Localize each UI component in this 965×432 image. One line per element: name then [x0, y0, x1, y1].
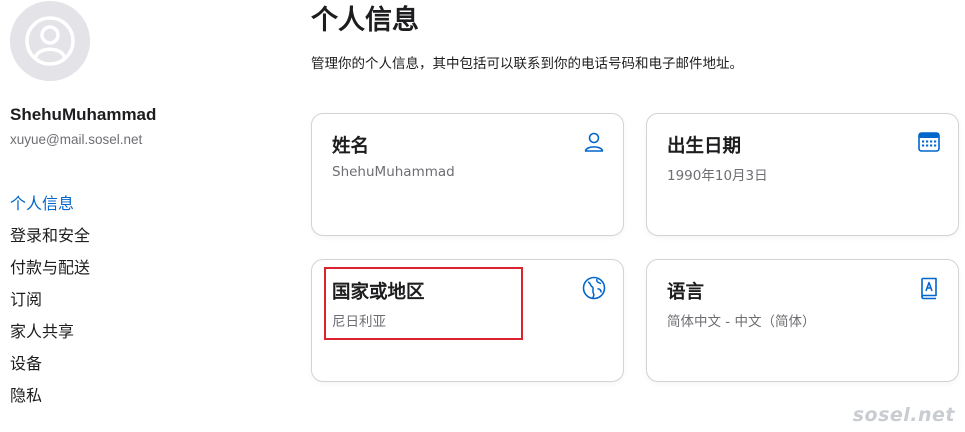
birthday-card[interactable]: 出生日期 1990年10月3日	[646, 113, 959, 236]
sidebar-item-personal-info[interactable]: 个人信息	[10, 190, 90, 222]
card-title: 出生日期	[667, 136, 742, 157]
language-card[interactable]: 语言 简体中文 - 中文（简体）	[646, 259, 959, 382]
card-value: 尼日利亚	[332, 314, 386, 330]
language-book-icon	[917, 276, 941, 300]
sidebar-item-privacy[interactable]: 隐私	[10, 382, 90, 414]
watermark: sosel.net	[852, 404, 955, 426]
sidebar-item-payment-shipping[interactable]: 付款与配送	[10, 254, 90, 286]
page-title: 个人信息	[311, 5, 419, 36]
card-title: 国家或地区	[332, 282, 425, 303]
user-email: xuyue@mail.sosel.net	[10, 132, 143, 147]
card-value: 1990年10月3日	[667, 168, 768, 184]
card-value: ShehuMuhammad	[332, 164, 455, 180]
sidebar-nav: 个人信息 登录和安全 付款与配送 订阅 家人共享 设备 隐私	[10, 190, 90, 414]
card-value: 简体中文 - 中文（简体）	[667, 314, 816, 330]
user-name: ShehuMuhammad	[10, 105, 157, 124]
person-icon	[582, 130, 606, 154]
sidebar-item-subscriptions[interactable]: 订阅	[10, 286, 90, 318]
card-title: 姓名	[332, 136, 370, 157]
card-title: 语言	[667, 282, 705, 303]
avatar	[10, 1, 90, 81]
user-avatar-icon	[10, 1, 90, 81]
calendar-icon	[917, 130, 941, 154]
globe-icon	[582, 276, 606, 300]
sidebar-item-sign-in-security[interactable]: 登录和安全	[10, 222, 90, 254]
page-description: 管理你的个人信息，其中包括可以联系到你的电话号码和电子邮件地址。	[311, 56, 743, 72]
sidebar-item-devices[interactable]: 设备	[10, 350, 90, 382]
sidebar-item-family-sharing[interactable]: 家人共享	[10, 318, 90, 350]
country-region-card[interactable]: 国家或地区 尼日利亚	[311, 259, 624, 382]
name-card[interactable]: 姓名 ShehuMuhammad	[311, 113, 624, 236]
